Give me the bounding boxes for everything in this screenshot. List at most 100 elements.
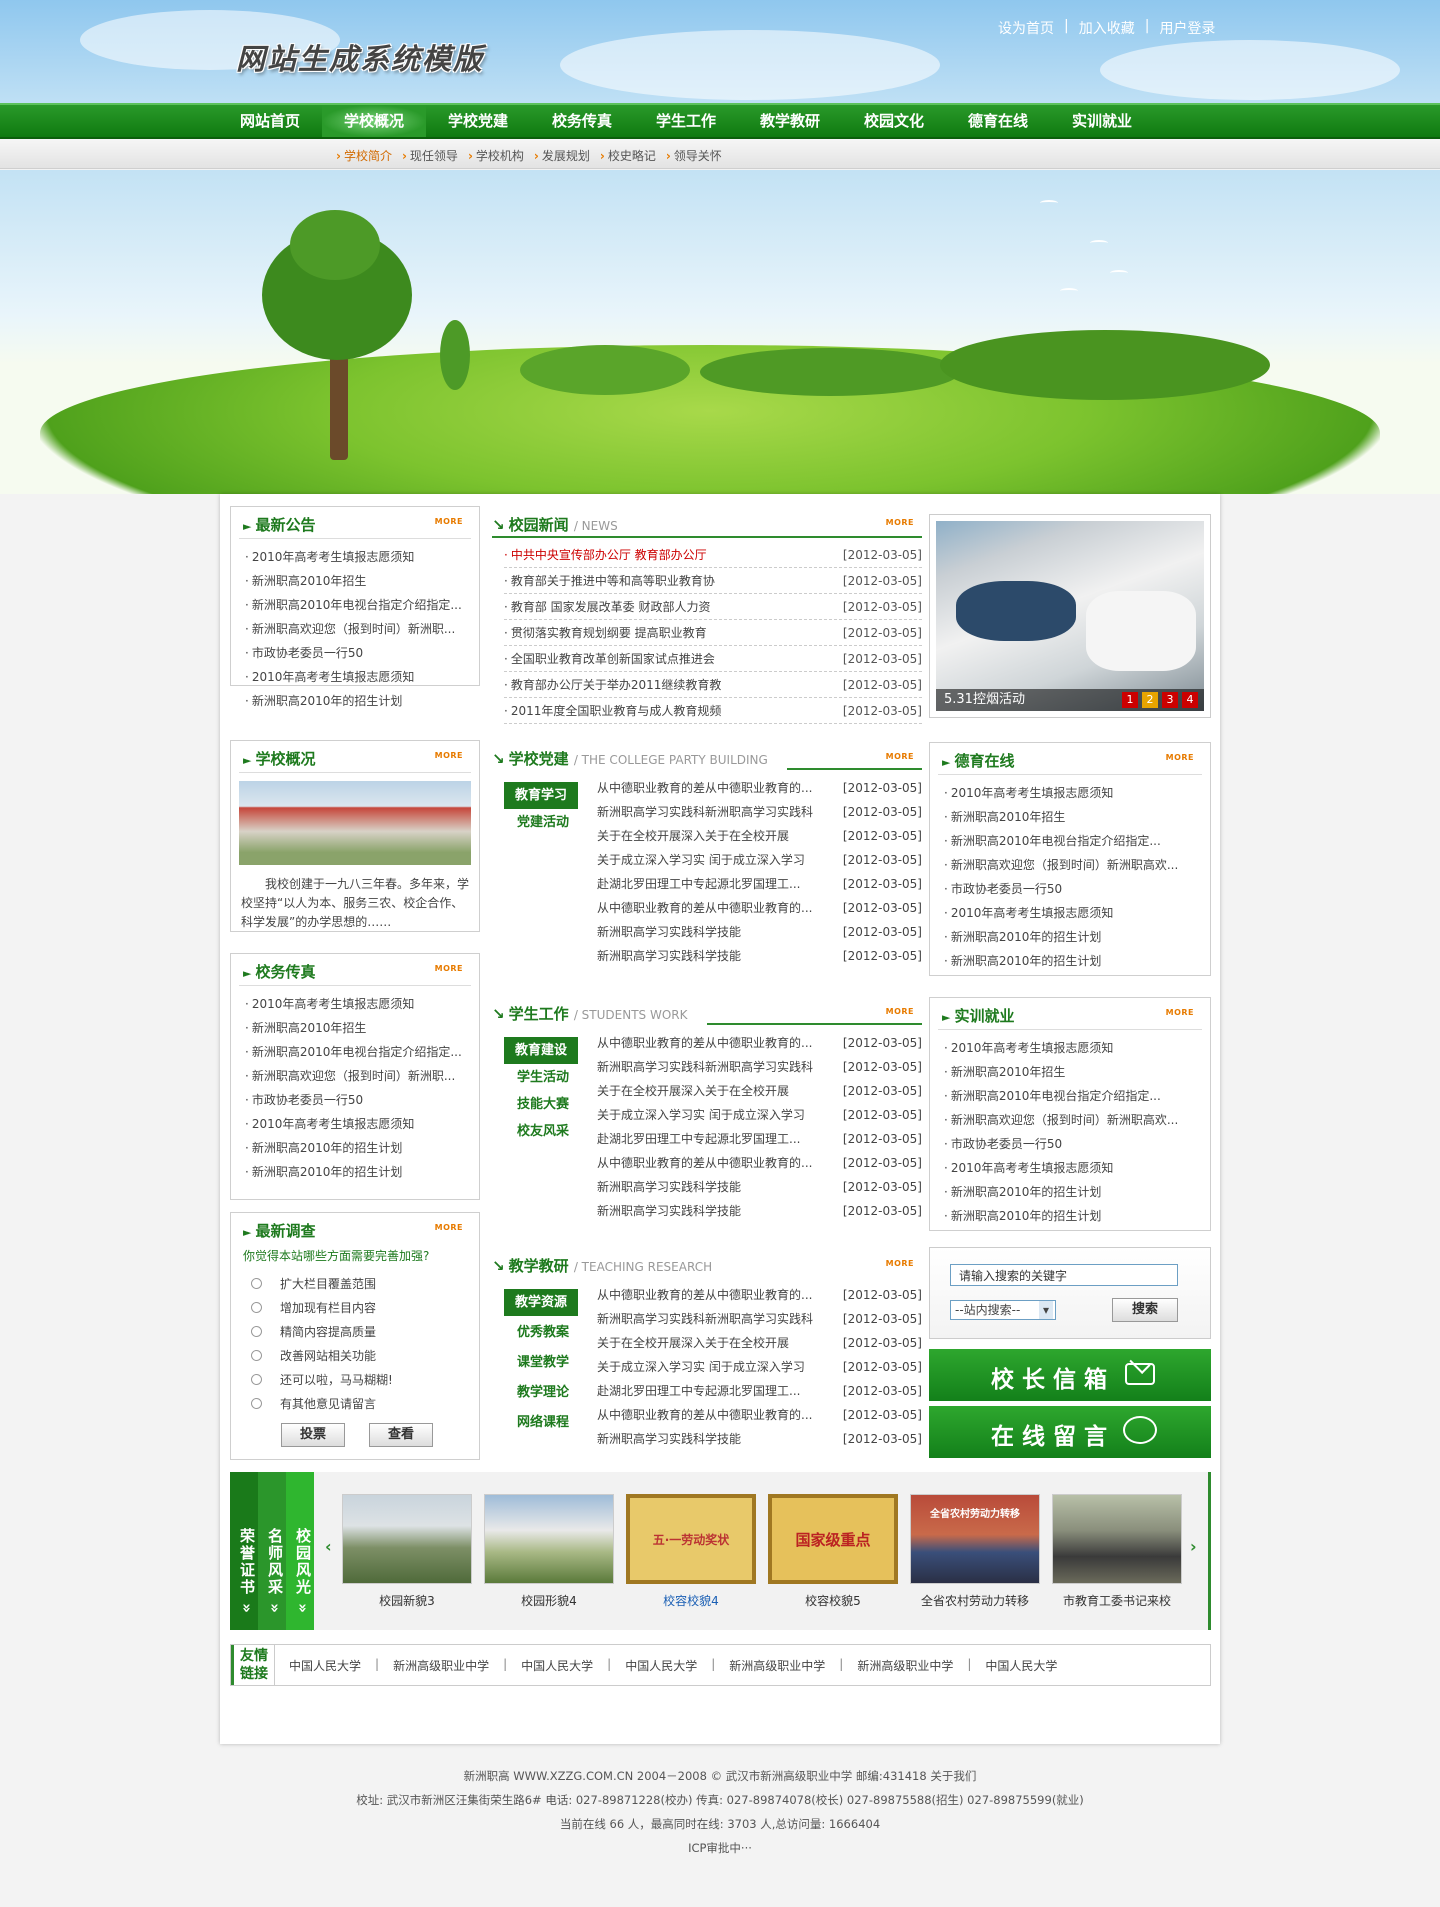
news-row[interactable]: 全国职业教育改革创新国家试点推进会[2012-03-05] [504, 646, 922, 672]
award-certificate-image[interactable]: 五·一劳动奖状 [626, 1494, 756, 1584]
nav-training[interactable]: 实训就业 [1050, 105, 1154, 137]
subnav-item[interactable]: 校史略记 [600, 147, 656, 164]
list-item[interactable]: 新洲职高学习实践科学技能 [2012-03-05] [597, 944, 922, 968]
nav-home[interactable]: 网站首页 [218, 105, 322, 137]
tab-theory[interactable]: 教学理论 [504, 1379, 582, 1409]
list-item[interactable]: 新洲职高2010年招生 [944, 805, 1202, 829]
school-building-photo[interactable] [239, 781, 471, 865]
news-row[interactable]: 贯彻落实教育规划纲要 提高职业教育[2012-03-05] [504, 620, 922, 646]
list-item[interactable]: 2010年高考考生填报志愿须知 [944, 1156, 1202, 1180]
friend-link[interactable]: 新洲高级职业中学 [729, 1657, 825, 1674]
list-item[interactable]: 2010年高考考生填报志愿须知 [944, 901, 1202, 925]
list-item[interactable]: 赴湖北罗田理工中专起源北罗国理工... [2012-03-05] [597, 1127, 922, 1151]
gallery-item[interactable]: 市教育工委书记来校 [1052, 1494, 1182, 1609]
vote-button[interactable]: 投票 [281, 1423, 345, 1447]
list-item[interactable]: 新洲职高2010年的招生计划 [944, 1180, 1202, 1204]
more-link[interactable]: MORE [886, 752, 914, 761]
gallery-item[interactable]: 校园新貌3 [342, 1494, 472, 1609]
tab-student-construction[interactable]: 教育建设 [504, 1037, 578, 1064]
radio-icon[interactable] [251, 1277, 262, 1289]
site-logo[interactable]: 网站生成系统模版 [236, 36, 484, 78]
online-message-button[interactable]: 在线留言 [929, 1406, 1211, 1458]
user-login-link[interactable]: 用户登录 [1149, 18, 1225, 38]
list-item[interactable]: 从中德职业教育的差从中德职业教育的... [2012-03-05] [597, 776, 922, 800]
subnav-item[interactable]: 现任领导 [402, 147, 458, 164]
radio-icon[interactable] [251, 1301, 262, 1313]
news-row[interactable]: 中共中央宣传部办公厅 教育部办公厅[2012-03-05] [504, 542, 922, 568]
survey-option[interactable]: 还可以啦，马马糊糊! [251, 1367, 479, 1391]
slide-page-2[interactable]: 2 [1142, 692, 1158, 708]
friend-link[interactable]: 中国人民大学 [289, 1657, 361, 1674]
list-item[interactable]: 新洲职高2010年电视台指定介绍指定... [245, 1040, 471, 1064]
list-item[interactable]: 从中德职业教育的差从中德职业教育的... [2012-03-05] [597, 1031, 922, 1055]
survey-option[interactable]: 精简内容提高质量 [251, 1319, 479, 1343]
search-input[interactable] [950, 1264, 1178, 1286]
nav-party[interactable]: 学校党建 [426, 105, 530, 137]
news-row[interactable]: 2011年度全国职业教育与成人教育规频[2012-03-05] [504, 698, 922, 724]
more-link[interactable]: MORE [886, 518, 914, 527]
list-item[interactable]: 从中德职业教育的差从中德职业教育的... [2012-03-05] [597, 1403, 922, 1427]
list-item[interactable]: 市政协老委员一行50 [944, 1132, 1202, 1156]
slide-page-4[interactable]: 4 [1182, 692, 1198, 708]
list-item[interactable]: 新洲职高学习实践科新洲职高学习实践科 [2012-03-05] [597, 1307, 922, 1331]
list-item[interactable]: 新洲职高2010年的招生计划 [944, 949, 1202, 973]
tab-party-activity[interactable]: 党建活动 [504, 809, 582, 836]
view-results-button[interactable]: 查看 [369, 1423, 433, 1447]
list-item[interactable]: 2010年高考考生填报志愿须知 [245, 992, 471, 1016]
tab-classroom[interactable]: 课堂教学 [504, 1349, 582, 1379]
friend-link[interactable]: 中国人民大学 [521, 1657, 593, 1674]
nav-fax[interactable]: 校务传真 [530, 105, 634, 137]
list-item[interactable]: 关于成立深入学习实 闰于成立深入学习 [2012-03-05] [597, 1103, 922, 1127]
nav-moral[interactable]: 德育在线 [946, 105, 1050, 137]
survey-option[interactable]: 改善网站相关功能 [251, 1343, 479, 1367]
tab-famous-teachers[interactable]: 名师风采 » [258, 1472, 286, 1630]
gallery-image[interactable] [1052, 1494, 1182, 1584]
more-link[interactable]: MORE [435, 964, 463, 973]
slide-page-1[interactable]: 1 [1122, 692, 1138, 708]
list-item[interactable]: 关于成立深入学习实 闰于成立深入学习 [2012-03-05] [597, 1355, 922, 1379]
radio-icon[interactable] [251, 1325, 262, 1337]
subnav-item[interactable]: 学校机构 [468, 147, 524, 164]
gallery-item[interactable]: 国家级重点 校容校貌5 [768, 1494, 898, 1609]
list-item[interactable]: 新洲职高学习实践科学技能 [2012-03-05] [597, 1199, 922, 1223]
friend-link[interactable]: 新洲高级职业中学 [393, 1657, 489, 1674]
list-item[interactable]: 2010年高考考生填报志愿须知 [944, 781, 1202, 805]
more-link[interactable]: MORE [1166, 753, 1194, 762]
tab-online-courses[interactable]: 网络课程 [504, 1409, 582, 1439]
gallery-image[interactable] [484, 1494, 614, 1584]
meeting-photo[interactable]: 全省农村劳动力转移 [910, 1494, 1040, 1584]
friend-link[interactable]: 中国人民大学 [985, 1657, 1057, 1674]
news-row[interactable]: 教育部办公厅关于举办2011继续教育教[2012-03-05] [504, 672, 922, 698]
more-link[interactable]: MORE [435, 517, 463, 526]
principal-mailbox-button[interactable]: 校长信箱 [929, 1349, 1211, 1401]
gallery-image[interactable] [342, 1494, 472, 1584]
subnav-item[interactable]: 领导关怀 [666, 147, 722, 164]
list-item[interactable]: 新洲职高2010年的招生计划 [944, 1204, 1202, 1228]
list-item[interactable]: 新洲职高欢迎您（报到时间）新洲职... [245, 617, 471, 641]
radio-icon[interactable] [251, 1373, 262, 1385]
subnav-item[interactable]: 学校简介 [336, 147, 392, 164]
list-item[interactable]: 新洲职高2010年电视台指定介绍指定... [245, 593, 471, 617]
list-item[interactable]: 从中德职业教育的差从中德职业教育的... [2012-03-05] [597, 1283, 922, 1307]
nav-school-overview[interactable]: 学校概况 [322, 105, 426, 137]
nav-student[interactable]: 学生工作 [634, 105, 738, 137]
tab-student-activity[interactable]: 学生活动 [504, 1064, 582, 1091]
list-item[interactable]: 2010年高考考生填报志愿须知 [245, 665, 471, 689]
tab-honors[interactable]: 荣誉证书 » [230, 1472, 258, 1630]
list-item[interactable]: 市政协老委员一行50 [245, 1088, 471, 1112]
friend-link[interactable]: 中国人民大学 [625, 1657, 697, 1674]
survey-option[interactable]: 有其他意见请留言 [251, 1391, 479, 1415]
more-link[interactable]: MORE [886, 1007, 914, 1016]
tab-lesson-plans[interactable]: 优秀教案 [504, 1319, 582, 1349]
more-link[interactable]: MORE [886, 1259, 914, 1268]
list-item[interactable]: 2010年高考考生填报志愿须知 [245, 1112, 471, 1136]
list-item[interactable]: 从中德职业教育的差从中德职业教育的... [2012-03-05] [597, 896, 922, 920]
list-item[interactable]: 新洲职高2010年的招生计划 [944, 925, 1202, 949]
more-link[interactable]: MORE [435, 1223, 463, 1232]
prev-arrow-icon[interactable]: ‹ [325, 1537, 332, 1556]
list-item[interactable]: 新洲职高学习实践科新洲职高学习实践科 [2012-03-05] [597, 800, 922, 824]
list-item[interactable]: 关于成立深入学习实 闰于成立深入学习 [2012-03-05] [597, 848, 922, 872]
nav-teaching[interactable]: 教学教研 [738, 105, 842, 137]
list-item[interactable]: 新洲职高2010年招生 [944, 1060, 1202, 1084]
list-item[interactable]: 新洲职高2010年的招生计划 [245, 1160, 471, 1184]
